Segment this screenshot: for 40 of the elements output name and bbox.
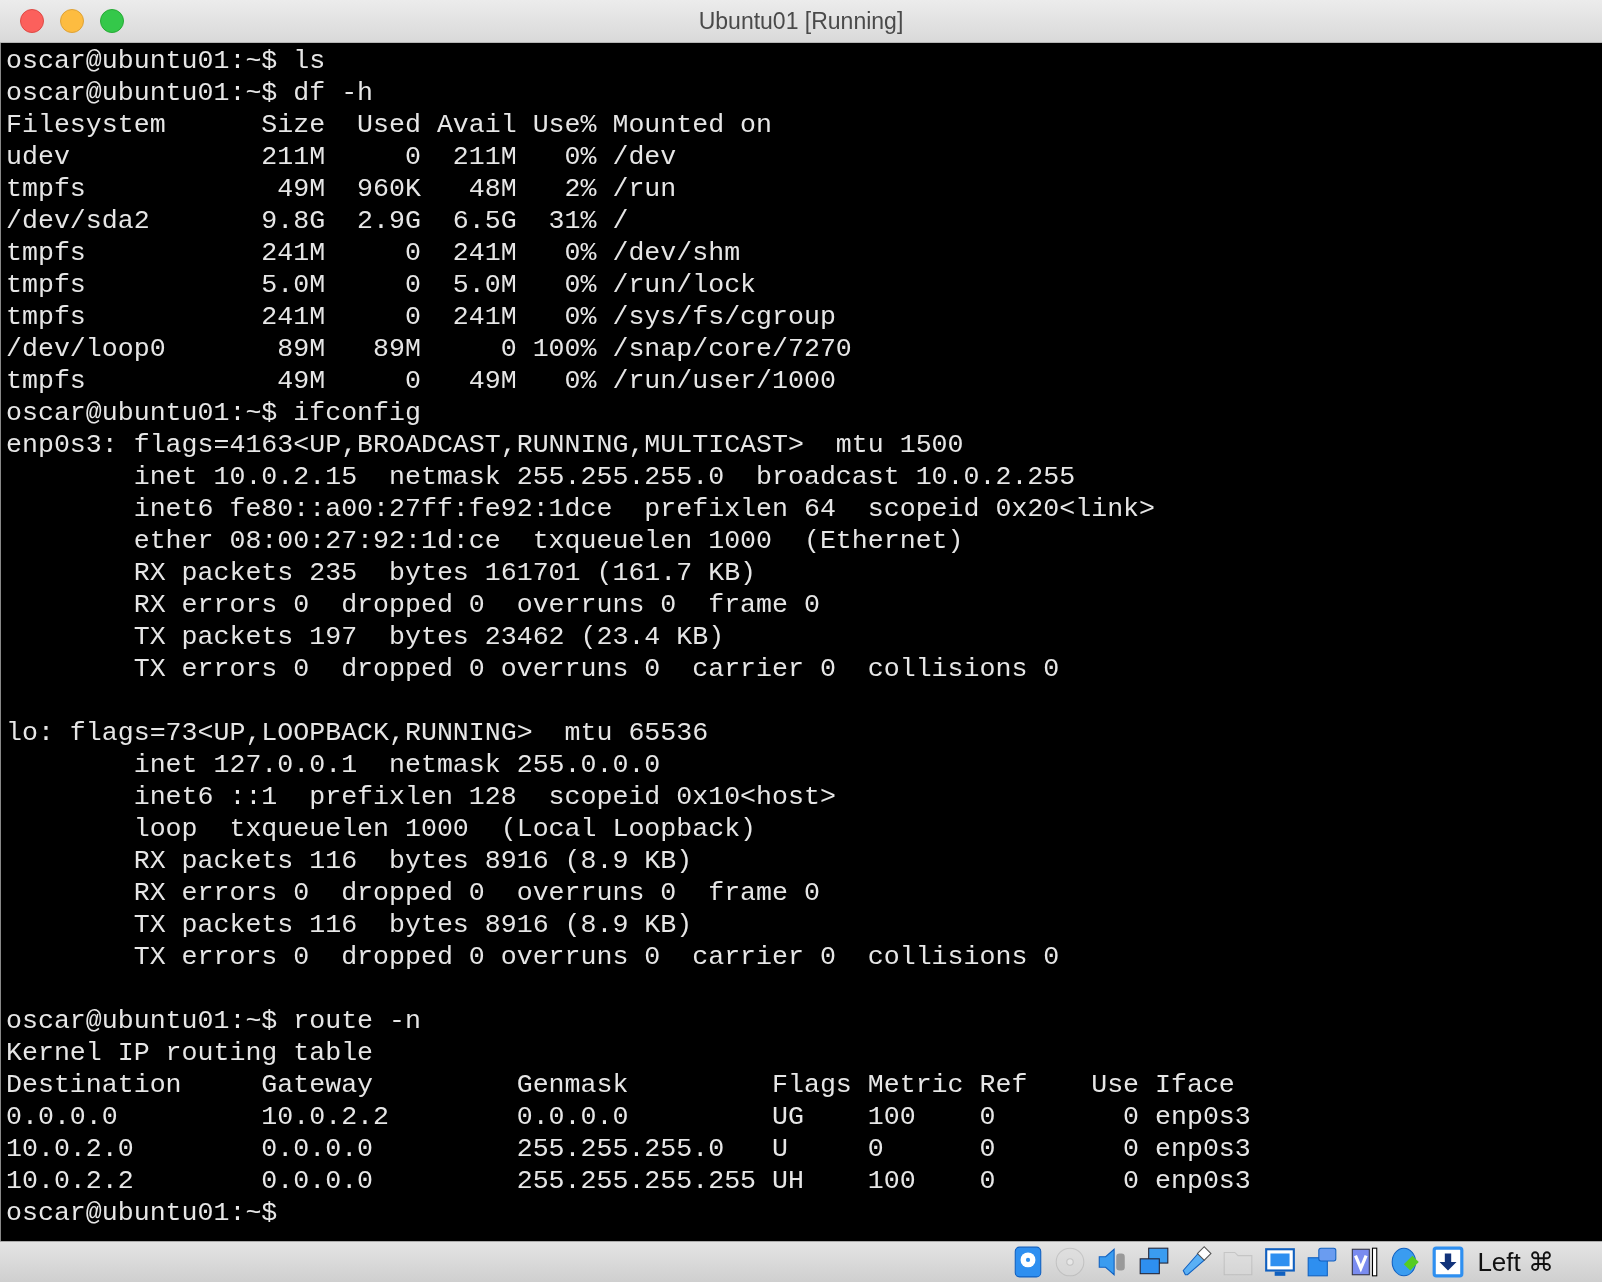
host-key-label: Left ⌘ bbox=[1477, 1246, 1554, 1278]
terminal-line: inet 127.0.0.1 netmask 255.0.0.0 bbox=[132, 749, 662, 781]
terminal-line: oscar@ubuntu01:~$ df -h bbox=[6, 77, 375, 109]
terminal-line: loop txqueuelen 1000 (Local Loopback) bbox=[132, 813, 758, 845]
terminal-line: TX errors 0 dropped 0 overruns 0 carrier 0 collisions 0 bbox=[132, 941, 1061, 973]
terminal-line: tmpfs 5.0M 0 5.0M 0% /run/lock bbox=[6, 269, 758, 301]
terminal-line: oscar@ubuntu01:~$ bbox=[6, 1197, 279, 1229]
terminal-line: tmpfs 49M 0 49M 0% /run/user/1000 bbox=[6, 365, 837, 397]
terminal-line: lo: flags=73<UP,LOOPBACK,RUNNING> mtu 65536 bbox=[6, 717, 710, 749]
terminal-line: tmpfs 241M 0 241M 0% /sys/fs/cgroup bbox=[6, 301, 837, 333]
terminal-line: tmpfs 241M 0 241M 0% /dev/shm bbox=[6, 237, 742, 269]
close-button[interactable] bbox=[20, 9, 44, 33]
terminal-line: TX errors 0 dropped 0 overruns 0 carrier 0 collisions 0 bbox=[132, 653, 1061, 685]
terminal-line: 0.0.0.0 10.0.2.2 0.0.0.0 UG 100 0 0 enp0s3 bbox=[6, 1101, 1252, 1133]
terminal-line: TX packets 197 bytes 23462 (23.4 KB) bbox=[132, 621, 726, 653]
terminal-line: oscar@ubuntu01:~$ route -n bbox=[6, 1005, 422, 1037]
terminal-line: TX packets 116 bytes 8916 (8.9 KB) bbox=[132, 909, 694, 941]
terminal-line: ether 08:00:27:92:1d:ce txqueuelen 1000 (Ethernet) bbox=[132, 525, 965, 557]
terminal-line: enp0s3: flags=4163<UP,BROADCAST,RUNNING,MULTICAST> mtu 1500 bbox=[6, 429, 965, 461]
terminal-line: Filesystem Size Used Avail Use% Mounted on bbox=[6, 109, 774, 141]
terminal-line: inet 10.0.2.15 netmask 255.255.255.0 broadcast 10.0.2.255 bbox=[132, 461, 1077, 493]
terminal-line: tmpfs 49M 960K 48M 2% /run bbox=[6, 173, 678, 205]
terminal-line: RX packets 235 bytes 161701 (161.7 KB) bbox=[132, 557, 758, 589]
terminal-line: oscar@ubuntu01:~$ ls bbox=[6, 45, 327, 77]
terminal-line: oscar@ubuntu01:~$ ifconfig bbox=[6, 397, 422, 429]
terminal-line: Kernel IP routing table bbox=[6, 1037, 375, 1069]
terminal-line: /dev/loop0 89M 89M 0 100% /snap/core/7270 bbox=[6, 333, 853, 365]
terminal-line: /dev/sda2 9.8G 2.9G 6.5G 31% / bbox=[6, 205, 630, 237]
monitor-icon[interactable] bbox=[1263, 1245, 1298, 1279]
terminal-line: inet6 fe80::a00:27ff:fe92:1dce prefixlen 64 scopeid 0x20<link> bbox=[132, 493, 1157, 525]
terminal-line: inet6 ::1 prefixlen 128 scopeid 0x10<host> bbox=[132, 781, 837, 813]
window-title: Ubuntu01 [Running] bbox=[698, 7, 904, 35]
maximize-button[interactable] bbox=[100, 9, 124, 33]
terminal-line: RX errors 0 dropped 0 overruns 0 frame 0 bbox=[132, 589, 821, 621]
terminal-line: RX errors 0 dropped 0 overruns 0 frame 0 bbox=[132, 877, 821, 909]
terminal-line: 10.0.2.2 0.0.0.0 255.255.255.255 UH 100 0 0 enp0s3 bbox=[6, 1165, 1252, 1197]
terminal-line: Destination Gateway Genmask Flags Metric Ref Use Iface bbox=[6, 1069, 1236, 1101]
terminal-line: udev 211M 0 211M 0% /dev bbox=[6, 141, 678, 173]
terminal-line: 10.0.2.0 0.0.0.0 255.255.255.0 U 0 0 0 enp0s3 bbox=[6, 1133, 1252, 1165]
terminal-line: RX packets 116 bytes 8916 (8.9 KB) bbox=[132, 845, 694, 877]
